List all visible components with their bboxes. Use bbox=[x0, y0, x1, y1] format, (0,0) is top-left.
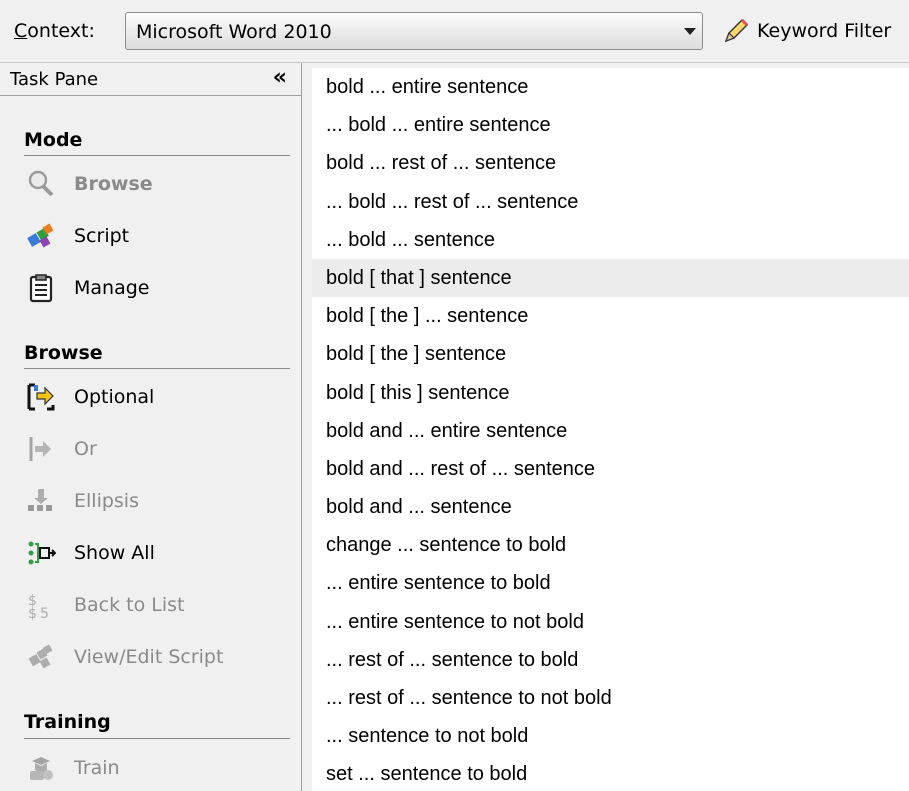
mode-browse-label: Browse bbox=[74, 173, 153, 195]
divider bbox=[24, 738, 290, 739]
train-icon bbox=[30, 757, 53, 780]
context-dropdown[interactable]: Microsoft Word 2010 bbox=[125, 12, 703, 50]
browse-view-edit-script-label: View/Edit Script bbox=[74, 646, 224, 668]
browse-show-all-label: Show All bbox=[74, 542, 155, 564]
section-training-title: Training bbox=[24, 711, 111, 733]
browse-ellipsis-button[interactable]: Ellipsis bbox=[26, 484, 286, 520]
mode-browse-button[interactable]: Browse bbox=[26, 167, 286, 203]
list-item[interactable]: ... bold ... rest of ... sentence bbox=[312, 183, 909, 221]
browse-view-edit-script-button[interactable]: View/Edit Script bbox=[26, 640, 286, 676]
task-pane-header: Task Pane « bbox=[0, 63, 301, 96]
magnifier-icon bbox=[28, 170, 54, 197]
list-item[interactable]: bold and ... sentence bbox=[312, 488, 909, 526]
list-item[interactable]: ... bold ... entire sentence bbox=[312, 106, 909, 144]
list-item[interactable]: change ... sentence to bold bbox=[312, 526, 909, 564]
command-list[interactable]: bold ... entire sentence ... bold ... en… bbox=[312, 68, 909, 791]
browse-or-button[interactable]: Or bbox=[26, 432, 286, 468]
browse-show-all-button[interactable]: Show All bbox=[26, 536, 286, 572]
list-item[interactable]: bold [ the ] ... sentence bbox=[312, 297, 909, 335]
list-item[interactable]: bold ... rest of ... sentence bbox=[312, 144, 909, 182]
ellipsis-icon bbox=[28, 489, 52, 511]
task-pane-title: Task Pane bbox=[10, 69, 99, 90]
list-item[interactable]: bold and ... rest of ... sentence bbox=[312, 450, 909, 488]
mode-script-label: Script bbox=[74, 225, 130, 247]
clipboard-icon bbox=[29, 274, 53, 303]
show-all-icon bbox=[28, 541, 56, 565]
list-item[interactable]: bold [ the ] sentence bbox=[312, 335, 909, 373]
list-item[interactable]: bold ... entire sentence bbox=[312, 68, 909, 106]
pencil-icon bbox=[724, 18, 749, 43]
training-train-label: Train bbox=[74, 757, 120, 779]
browse-back-to-list-button[interactable]: $ $ 5 Back to List bbox=[26, 588, 286, 624]
task-pane: Task Pane « Mode Browse Script Manage Br… bbox=[0, 63, 302, 791]
list-item[interactable]: ... sentence to not bold bbox=[312, 717, 909, 755]
mode-script-button[interactable]: Script bbox=[26, 219, 286, 255]
or-arrow-icon bbox=[29, 437, 51, 461]
list-item[interactable]: set ... sentence to bold bbox=[312, 755, 909, 791]
context-dropdown-value: Microsoft Word 2010 bbox=[136, 21, 332, 43]
context-toolbar: Context: Microsoft Word 2010 Keyword Fil… bbox=[0, 0, 909, 63]
list-item[interactable]: ... entire sentence to not bold bbox=[312, 603, 909, 641]
optional-bracket-icon bbox=[27, 383, 55, 411]
training-train-button[interactable]: Train bbox=[26, 751, 286, 787]
list-item[interactable]: ... rest of ... sentence to not bold bbox=[312, 679, 909, 717]
divider bbox=[24, 155, 290, 156]
context-label: Context: bbox=[14, 20, 95, 42]
browse-optional-label: Optional bbox=[74, 386, 155, 408]
list-item[interactable]: bold [ this ] sentence bbox=[312, 374, 909, 412]
mode-manage-label: Manage bbox=[74, 277, 150, 299]
collapse-icon[interactable]: « bbox=[273, 65, 287, 90]
section-browse-title: Browse bbox=[24, 342, 103, 364]
svg-text:5: 5 bbox=[40, 606, 49, 620]
list-item[interactable]: bold [ that ] sentence bbox=[312, 258, 909, 298]
list-item[interactable]: ... entire sentence to bold bbox=[312, 564, 909, 602]
browse-back-to-list-label: Back to List bbox=[74, 594, 185, 616]
back-to-list-icon: $ $ 5 bbox=[28, 593, 49, 620]
browse-or-label: Or bbox=[74, 438, 97, 460]
keyword-filter-button[interactable]: Keyword Filter bbox=[717, 12, 909, 50]
browse-ellipsis-label: Ellipsis bbox=[74, 490, 139, 512]
chevron-down-icon[interactable] bbox=[684, 28, 696, 35]
keyword-filter-label: Keyword Filter bbox=[757, 20, 892, 42]
browse-optional-button[interactable]: Optional bbox=[26, 380, 286, 416]
section-mode-title: Mode bbox=[24, 129, 83, 151]
svg-text:$: $ bbox=[28, 606, 37, 620]
view-edit-script-icon bbox=[28, 644, 53, 669]
divider bbox=[24, 368, 290, 369]
list-item[interactable]: bold and ... entire sentence bbox=[312, 412, 909, 450]
mode-manage-button[interactable]: Manage bbox=[26, 271, 286, 307]
list-item[interactable]: ... rest of ... sentence to bold bbox=[312, 641, 909, 679]
puzzle-icon bbox=[27, 223, 54, 248]
list-item[interactable]: ... bold ... sentence bbox=[312, 221, 909, 259]
